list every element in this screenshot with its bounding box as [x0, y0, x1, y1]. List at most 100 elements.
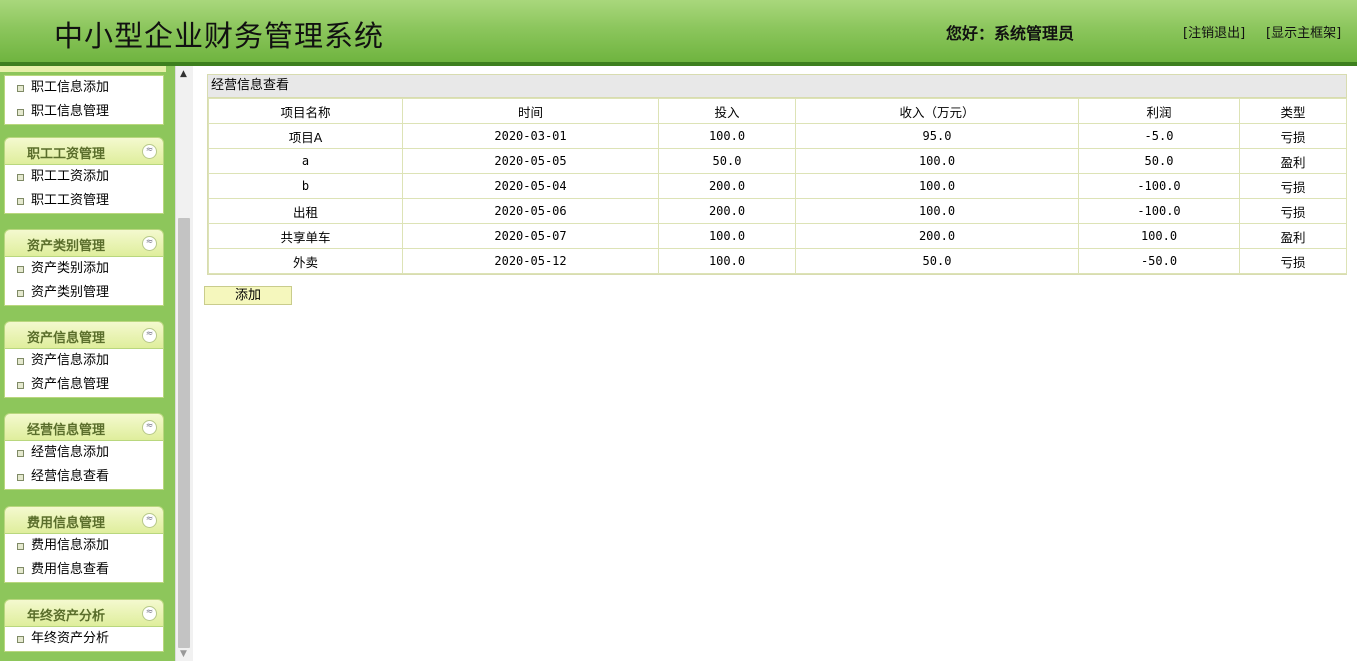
collapse-icon[interactable]: ≈ — [142, 513, 157, 528]
cell-date: 2020-03-01 — [402, 123, 659, 149]
bullet-icon — [17, 358, 24, 365]
sidebar-item-annual-analysis[interactable]: 年终资产分析 — [5, 627, 163, 651]
sidebar-item-expense-add[interactable]: 费用信息添加 — [5, 534, 163, 558]
cell-income: 200.0 — [795, 223, 1079, 249]
cell-type: 亏损 — [1239, 248, 1347, 274]
cell-project: 外卖 — [208, 248, 403, 274]
panel-header-asset-category[interactable]: 资产类别管理 ≈ — [4, 229, 164, 257]
bullet-icon — [17, 198, 24, 205]
bullet-icon — [17, 266, 24, 273]
table-row: b 2020-05-04 200.0 100.0 -100.0 亏损 — [208, 173, 1347, 199]
column-header: 利润 — [1078, 98, 1240, 124]
collapse-icon[interactable]: ≈ — [142, 236, 157, 251]
panel-header-expense-info[interactable]: 费用信息管理 ≈ — [4, 506, 164, 534]
cell-income: 50.0 — [795, 248, 1079, 274]
cell-profit: -5.0 — [1078, 123, 1240, 149]
bullet-icon — [17, 543, 24, 550]
sidebar-item-salary-add[interactable]: 职工工资添加 — [5, 165, 163, 189]
panel-header-business-info[interactable]: 经营信息管理 ≈ — [4, 413, 164, 441]
cell-profit: 100.0 — [1078, 223, 1240, 249]
cell-date: 2020-05-05 — [402, 148, 659, 174]
show-main-frame-link[interactable]: [显示主框架] — [1266, 22, 1341, 41]
scroll-up-arrow-icon[interactable]: ▲ — [180, 69, 187, 79]
collapse-icon[interactable]: ≈ — [142, 144, 157, 159]
main-content: 经营信息查看 项目名称 时间 投入 收入（万元） 利润 类型 项目A 2020-… — [207, 74, 1347, 275]
sidebar-item-employee-add[interactable]: 职工信息添加 — [5, 76, 163, 100]
sidebar-item-asset-category-manage[interactable]: 资产类别管理 — [5, 281, 163, 305]
panel-asset-category: 资产类别管理 ≈ 资产类别添加 资产类别管理 — [4, 229, 164, 306]
cell-type: 亏损 — [1239, 198, 1347, 224]
table-row: 共享单车 2020-05-07 100.0 200.0 100.0 盈利 — [208, 223, 1347, 249]
sidebar-item-employee-manage[interactable]: 职工信息管理 — [5, 100, 163, 124]
sidebar-item-asset-info-add[interactable]: 资产信息添加 — [5, 349, 163, 373]
cell-income: 100.0 — [795, 148, 1079, 174]
collapse-icon[interactable]: ≈ — [142, 328, 157, 343]
logout-link[interactable]: [注销退出] — [1183, 22, 1245, 41]
cell-income: 95.0 — [795, 123, 1079, 149]
column-header: 项目名称 — [208, 98, 403, 124]
sidebar-item-asset-info-manage[interactable]: 资产信息管理 — [5, 373, 163, 397]
sidebar-item-expense-view[interactable]: 费用信息查看 — [5, 558, 163, 582]
cell-profit: 50.0 — [1078, 148, 1240, 174]
column-header: 投入 — [658, 98, 796, 124]
cell-type: 盈利 — [1239, 223, 1347, 249]
bullet-icon — [17, 109, 24, 116]
sidebar-scrollbar[interactable]: ▲ ▼ — [175, 66, 193, 661]
app-title: 中小型企业财务管理系统 — [54, 19, 385, 53]
cell-investment: 50.0 — [658, 148, 796, 174]
cell-date: 2020-05-04 — [402, 173, 659, 199]
table-row: a 2020-05-05 50.0 100.0 50.0 盈利 — [208, 148, 1347, 174]
sidebar-panel-cut-header — [0, 66, 166, 72]
cell-investment: 100.0 — [658, 123, 796, 149]
cell-project: 共享单车 — [208, 223, 403, 249]
cell-project: b — [208, 173, 403, 199]
bullet-icon — [17, 382, 24, 389]
cell-type: 亏损 — [1239, 123, 1347, 149]
bullet-icon — [17, 290, 24, 297]
cell-income: 100.0 — [795, 198, 1079, 224]
cell-profit: -100.0 — [1078, 198, 1240, 224]
sidebar: 职工信息添加 职工信息管理 职工工资管理 ≈ 职工工资添加 职工工资管理 资产类… — [0, 66, 175, 661]
panel-asset-info: 资产信息管理 ≈ 资产信息添加 资产信息管理 — [4, 321, 164, 398]
sidebar-item-business-view[interactable]: 经营信息查看 — [5, 465, 163, 489]
table-row: 项目A 2020-03-01 100.0 95.0 -5.0 亏损 — [208, 123, 1347, 149]
column-header: 收入（万元） — [795, 98, 1079, 124]
sidebar-item-business-add[interactable]: 经营信息添加 — [5, 441, 163, 465]
column-header: 类型 — [1239, 98, 1347, 124]
scroll-down-arrow-icon[interactable]: ▼ — [180, 649, 187, 659]
cell-investment: 200.0 — [658, 198, 796, 224]
table-caption: 经营信息查看 — [208, 75, 1346, 98]
collapse-icon[interactable]: ≈ — [142, 606, 157, 621]
panel-header-annual-analysis[interactable]: 年终资产分析 ≈ — [4, 599, 164, 627]
panel-expense-info: 费用信息管理 ≈ 费用信息添加 费用信息查看 — [4, 506, 164, 583]
business-info-table: 项目名称 时间 投入 收入（万元） 利润 类型 项目A 2020-03-01 1… — [208, 98, 1347, 274]
bullet-icon — [17, 474, 24, 481]
cell-project: a — [208, 148, 403, 174]
cell-investment: 100.0 — [658, 223, 796, 249]
sidebar-item-salary-manage[interactable]: 职工工资管理 — [5, 189, 163, 213]
cell-income: 100.0 — [795, 173, 1079, 199]
cell-type: 盈利 — [1239, 148, 1347, 174]
cell-investment: 200.0 — [658, 173, 796, 199]
bullet-icon — [17, 636, 24, 643]
panel-header-asset-info[interactable]: 资产信息管理 ≈ — [4, 321, 164, 349]
panel-annual-analysis: 年终资产分析 ≈ 年终资产分析 — [4, 599, 164, 652]
panel-business-info: 经营信息管理 ≈ 经营信息添加 经营信息查看 — [4, 413, 164, 490]
cell-date: 2020-05-12 — [402, 248, 659, 274]
scrollbar-thumb[interactable] — [178, 218, 190, 648]
collapse-icon[interactable]: ≈ — [142, 420, 157, 435]
bullet-icon — [17, 174, 24, 181]
add-button[interactable]: 添加 — [204, 286, 292, 305]
cell-type: 亏损 — [1239, 173, 1347, 199]
panel-header-salary[interactable]: 职工工资管理 ≈ — [4, 137, 164, 165]
table-row: 外卖 2020-05-12 100.0 50.0 -50.0 亏损 — [208, 248, 1347, 274]
cell-investment: 100.0 — [658, 248, 796, 274]
table-row: 出租 2020-05-06 200.0 100.0 -100.0 亏损 — [208, 198, 1347, 224]
business-info-panel: 经营信息查看 项目名称 时间 投入 收入（万元） 利润 类型 项目A 2020-… — [207, 74, 1347, 275]
cell-date: 2020-05-06 — [402, 198, 659, 224]
cell-date: 2020-05-07 — [402, 223, 659, 249]
cell-profit: -100.0 — [1078, 173, 1240, 199]
header-divider — [0, 62, 1357, 66]
sidebar-item-asset-category-add[interactable]: 资产类别添加 — [5, 257, 163, 281]
app-header: 中小型企业财务管理系统 您好：系统管理员 [注销退出] [显示主框架] — [0, 0, 1357, 62]
